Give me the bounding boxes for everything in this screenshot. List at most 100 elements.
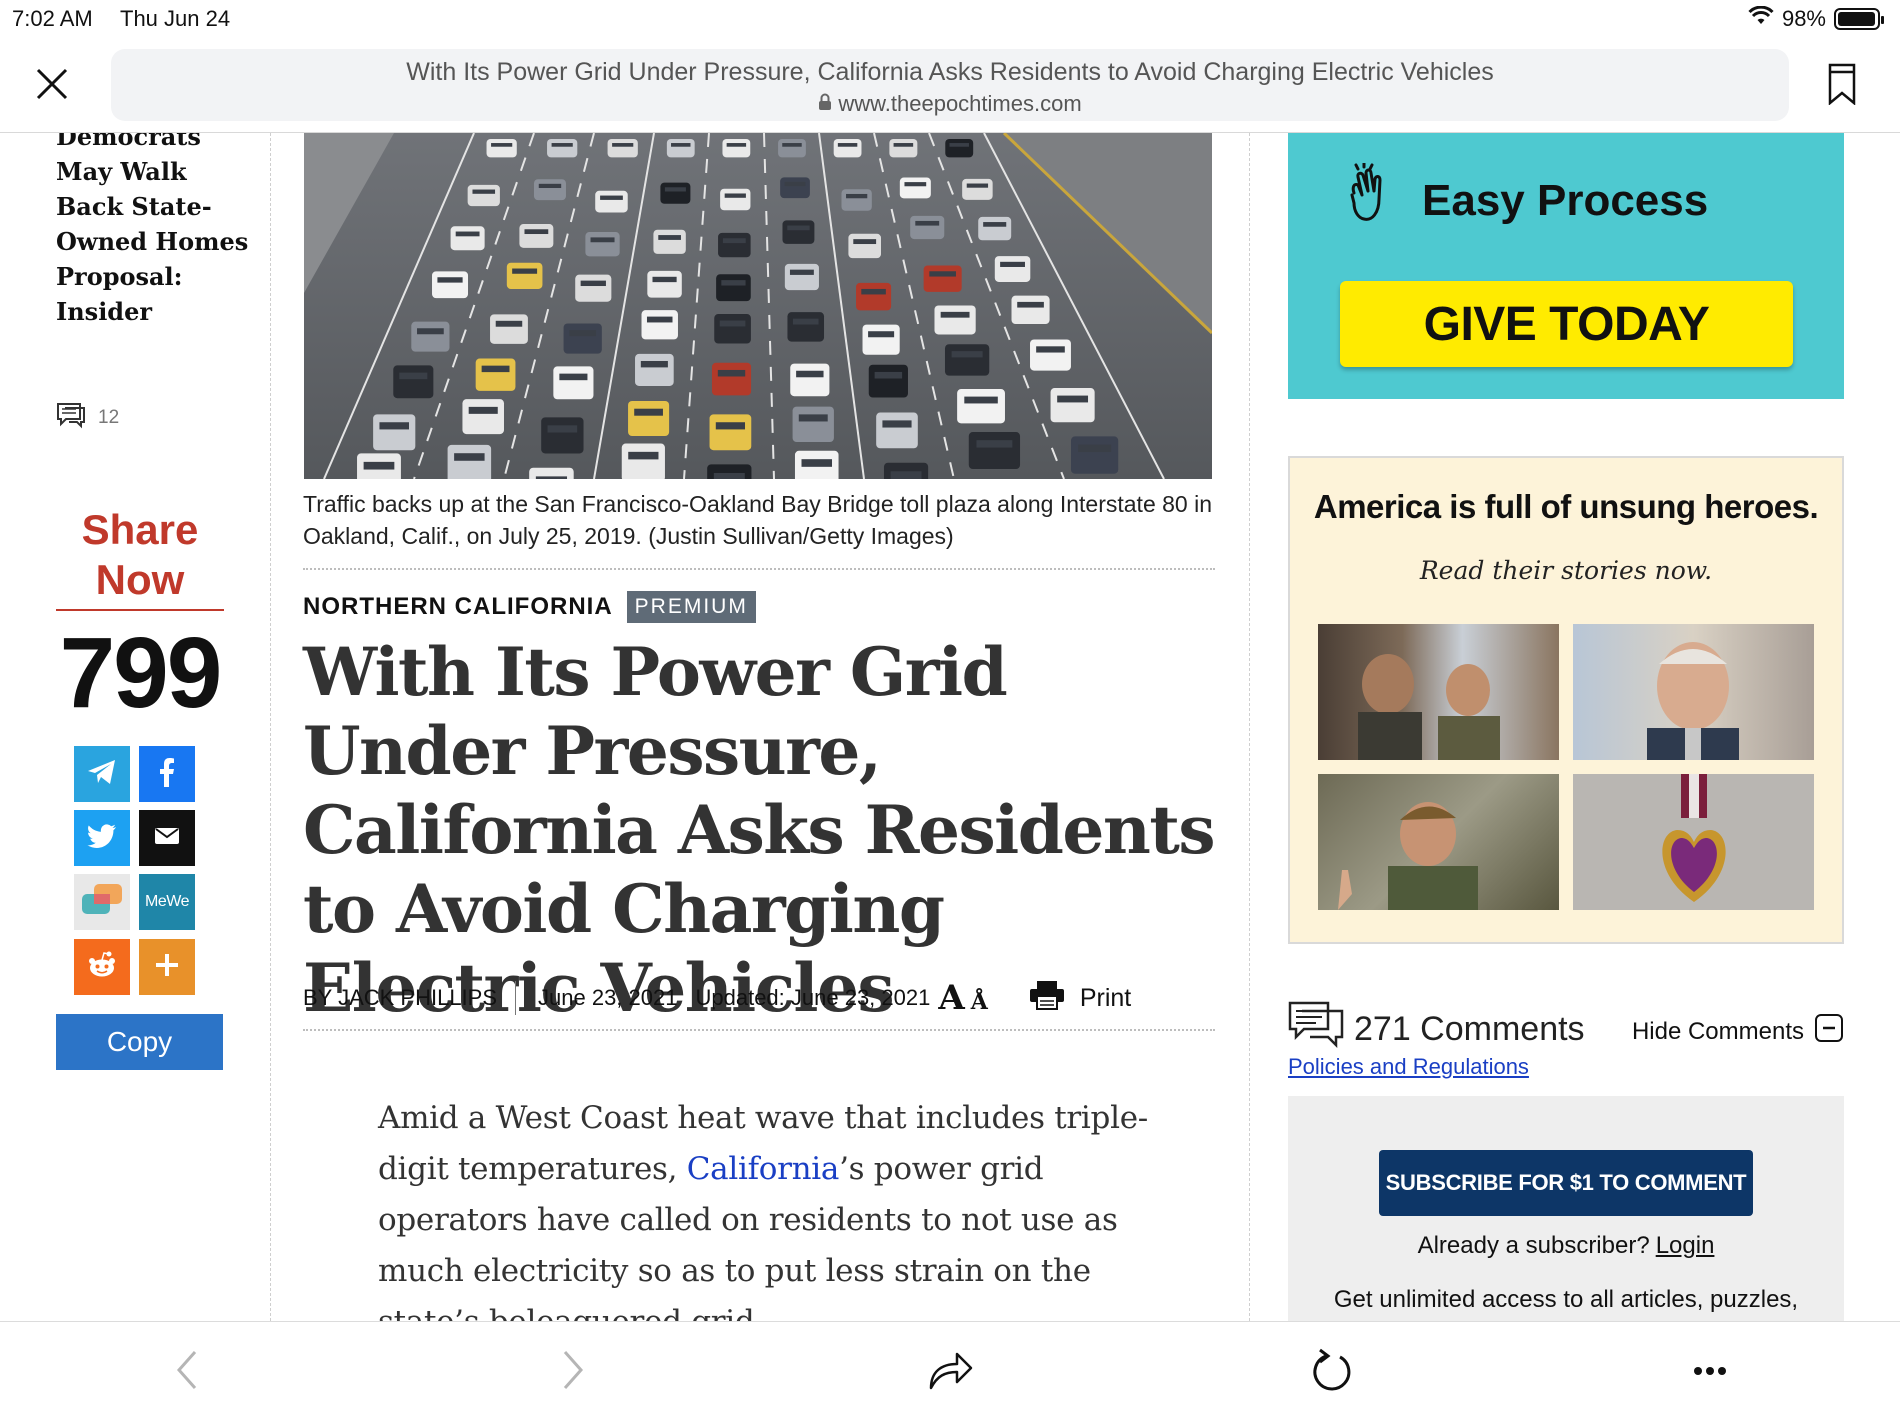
car-window-shape: [590, 237, 615, 243]
telegram-share-button[interactable]: [74, 746, 130, 802]
hide-comments-button[interactable]: Hide Comments: [1632, 1013, 1844, 1050]
car-window-shape: [1000, 261, 1025, 267]
subscribe-to-comment-button[interactable]: SUBSCRIBE FOR $1 TO COMMENT: [1379, 1150, 1753, 1216]
facebook-share-button[interactable]: [139, 746, 195, 802]
twitter-icon: [87, 823, 117, 853]
car-shape: [575, 274, 612, 302]
car-window-shape: [964, 396, 998, 404]
car-shape: [968, 432, 1021, 470]
article-kicker: NORTHERN CALIFORNIA PREMIUM: [303, 591, 756, 623]
mewe-label: MeWe: [145, 893, 189, 910]
address-bar[interactable]: With Its Power Grid Under Pressure, Cali…: [111, 49, 1789, 121]
car-shape: [833, 139, 862, 158]
car-window-shape: [966, 183, 989, 188]
car-window-shape: [495, 320, 523, 327]
more-share-button[interactable]: [139, 939, 195, 995]
font-size-button[interactable]: A Å: [938, 981, 987, 1015]
car-shape: [962, 178, 993, 200]
copy-link-button[interactable]: Copy: [56, 1014, 223, 1070]
car-window-shape: [940, 311, 970, 318]
car-window-shape: [1036, 346, 1065, 353]
car-shape: [628, 400, 670, 437]
car-window-shape: [1078, 444, 1112, 453]
car-shape: [373, 414, 416, 451]
reload-button[interactable]: [1301, 1342, 1361, 1402]
car-window-shape: [538, 183, 562, 189]
car-window-shape: [559, 373, 588, 381]
car-window-shape: [664, 187, 686, 192]
car-window-shape: [671, 143, 691, 147]
hero-image-traffic[interactable]: [304, 133, 1212, 479]
share-button[interactable]: [920, 1342, 980, 1402]
related-comment-count[interactable]: 12: [56, 401, 119, 435]
car-window-shape: [893, 143, 914, 147]
car-shape: [1070, 436, 1119, 474]
car-shape: [899, 177, 931, 199]
easy-process-row: Easy Process: [1344, 161, 1708, 238]
car-window-shape: [717, 369, 746, 377]
reddit-share-button[interactable]: [74, 939, 130, 995]
print-button[interactable]: Print: [1028, 980, 1132, 1015]
messages-share-button[interactable]: [74, 874, 130, 930]
forward-button[interactable]: [543, 1342, 603, 1402]
publish-date: June 23, 2021: [538, 985, 678, 1010]
car-window-shape: [798, 414, 828, 422]
car-window-shape: [551, 143, 573, 147]
heroes-ad-subtitle: Read their stories now.: [1419, 556, 1713, 585]
car-shape: [506, 262, 543, 289]
email-share-button[interactable]: [139, 810, 195, 866]
car-window-shape: [612, 143, 634, 147]
comments-icon: [1288, 999, 1346, 1060]
give-today-button[interactable]: GIVE TODAY: [1340, 281, 1793, 367]
hero-photo-purple-heart[interactable]: [1573, 774, 1814, 910]
facebook-icon: [158, 757, 176, 792]
status-date: Thu Jun 24: [120, 6, 231, 31]
car-window-shape: [890, 471, 922, 479]
login-link[interactable]: Login: [1656, 1232, 1715, 1259]
car-window-shape: [715, 422, 746, 430]
car-window-shape: [722, 238, 746, 244]
close-button[interactable]: [28, 62, 76, 110]
car-window-shape: [868, 331, 895, 338]
hero-photo-two-soldiers[interactable]: [1318, 624, 1559, 760]
twitter-share-button[interactable]: [74, 810, 130, 866]
related-article-link[interactable]: Democrats May Walk Back State-Owned Home…: [56, 133, 256, 329]
car-shape: [641, 310, 678, 340]
car-window-shape: [634, 408, 663, 416]
car-shape: [716, 274, 751, 302]
heroes-ad[interactable]: America is full of unsung heroes. Read t…: [1288, 456, 1844, 944]
car-shape: [722, 139, 751, 158]
browser-bar: With Its Power Grid Under Pressure, Cali…: [0, 40, 1900, 133]
reload-icon: [1310, 1348, 1352, 1397]
car-window-shape: [929, 271, 956, 277]
browser-toolbar: [0, 1321, 1900, 1425]
print-label: Print: [1079, 983, 1132, 1012]
section-link[interactable]: NORTHERN CALIFORNIA: [303, 593, 613, 621]
car-window-shape: [915, 220, 940, 226]
more-button[interactable]: [1680, 1342, 1740, 1402]
domain-row: www.theepochtimes.com: [111, 91, 1789, 117]
share-heading: Share Now: [56, 505, 224, 611]
car-window-shape: [646, 316, 673, 323]
car-window-shape: [951, 351, 983, 358]
car-window-shape: [491, 143, 513, 147]
car-shape: [541, 417, 584, 454]
car-window-shape: [874, 371, 903, 379]
subscribe-box: SUBSCRIBE FOR $1 TO COMMENT Already a su…: [1288, 1096, 1844, 1321]
mewe-share-button[interactable]: MeWe: [139, 874, 195, 930]
car-window-shape: [721, 280, 746, 286]
california-link[interactable]: California: [687, 1151, 840, 1187]
hero-photo-veteran[interactable]: [1573, 624, 1814, 760]
author[interactable]: BY JACK PHILLIPS: [303, 981, 517, 1015]
hide-comments-label: Hide Comments: [1631, 1017, 1804, 1045]
back-button[interactable]: [157, 1342, 217, 1402]
bookmark-button[interactable]: [1822, 62, 1862, 110]
donate-ad[interactable]: Easy Process GIVE TODAY: [1288, 133, 1844, 399]
policies-link[interactable]: Policies and Regulations: [1288, 1054, 1529, 1080]
car-window-shape: [652, 276, 677, 283]
car-window-shape: [976, 440, 1013, 448]
car-shape: [841, 189, 872, 211]
car-shape: [621, 443, 665, 479]
car-window-shape: [861, 288, 886, 295]
hero-photo-soldier-peace[interactable]: [1318, 774, 1559, 910]
